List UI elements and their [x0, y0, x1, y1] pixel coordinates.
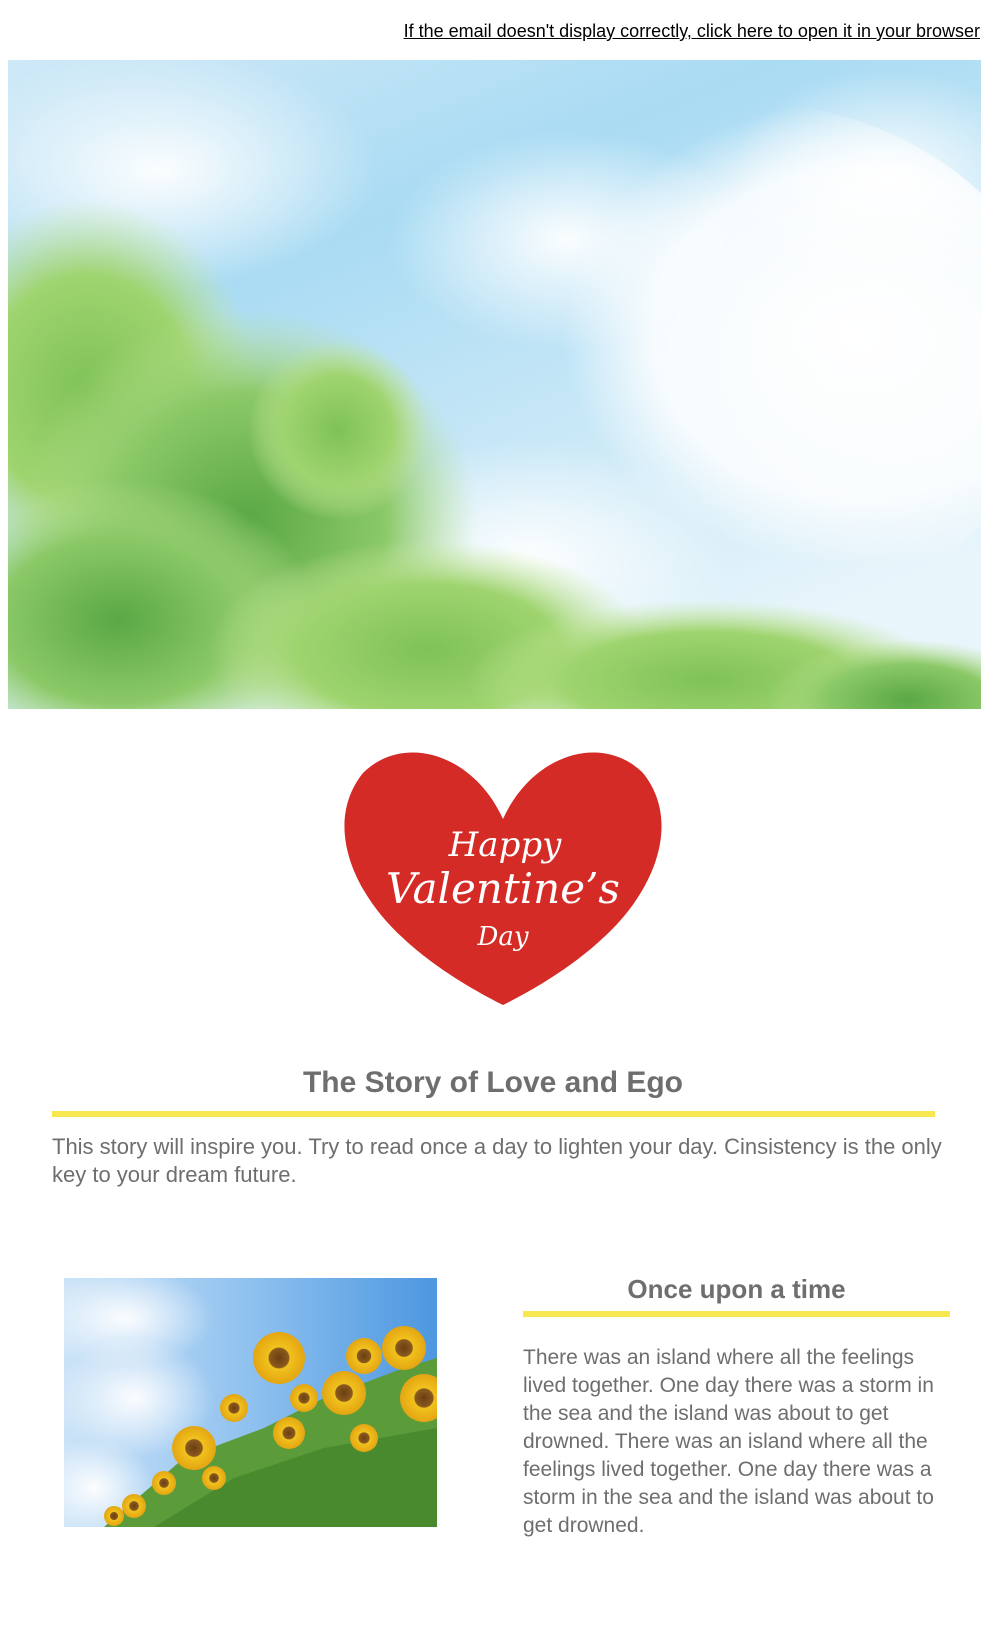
- valentine-heart-graphic: Happy Valentine’s Day: [343, 733, 663, 1013]
- section-body-text: There was an island where all the feelin…: [523, 1346, 934, 1537]
- story-title: The Story of Love and Ego: [302, 1066, 684, 1099]
- sunflowers-image: [64, 1278, 437, 1527]
- heart-text-valentines: Valentine’s: [386, 864, 620, 913]
- heart-text-happy: Happy: [448, 825, 562, 865]
- title-underline-divider: [52, 1111, 935, 1117]
- section-title: Once upon a time: [627, 1274, 846, 1304]
- section-underline-divider: [523, 1311, 950, 1317]
- hero-image-sky-trees: [8, 60, 981, 709]
- open-in-browser-link[interactable]: If the email doesn't display correctly, …: [404, 21, 980, 42]
- heart-text-day: Day: [476, 922, 528, 952]
- story-intro-text: This story will inspire you. Try to read…: [52, 1134, 942, 1187]
